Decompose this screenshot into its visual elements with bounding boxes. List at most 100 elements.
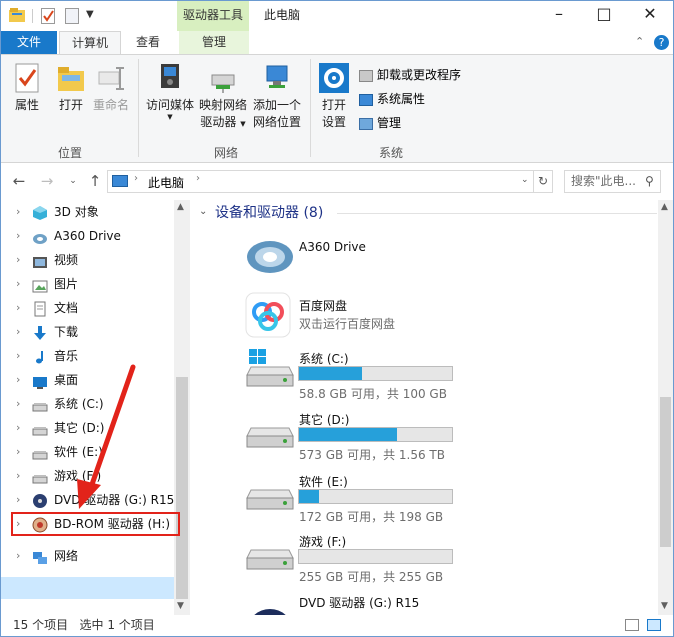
devices-group-title: 设备和驱动器 (8) [215,205,324,221]
system-properties-button[interactable]: 系统属性 [359,91,425,109]
expand-chevron-icon[interactable]: › [16,488,20,512]
expand-chevron-icon[interactable]: › [16,248,20,272]
expand-chevron-icon[interactable]: › [16,544,20,568]
group-collapse-icon[interactable]: ⌄ [199,206,207,217]
drive-icon [245,532,295,575]
add-network-location-button[interactable]: 添加一个 网络位置 [251,63,303,131]
tree-item-label: 文档 [54,301,79,315]
minimize-button[interactable]: – [537,1,581,29]
content-scroll-up-icon[interactable]: ▲ [661,202,668,212]
expand-chevron-icon[interactable]: › [16,416,20,440]
manage-button[interactable]: 管理 [359,115,401,133]
drive-name: A360 Drive [299,240,366,254]
tree-scrollbar-thumb[interactable] [176,377,188,599]
drive-usage-fill [299,490,319,503]
tree-item[interactable]: › 文档 [1,296,174,320]
close-button[interactable]: ✕ [628,1,672,29]
forward-arrow-icon[interactable]: → [37,172,57,192]
expand-chevron-icon[interactable]: › [16,224,20,248]
tree-item[interactable]: › 网络 [1,544,174,568]
explorer-window: ▼ 驱动器工具 此电脑 – □ ✕ 文件 计算机 查看 管理 ⌃ ? 属性 打开… [0,0,674,637]
back-arrow-icon[interactable]: ← [9,172,29,192]
open-settings-label-1: 打开 [321,98,346,112]
status-bar: 15 个项目 选中 1 个项目 [1,615,673,636]
tree-item-label: 下载 [54,325,79,339]
new-folder-quick-icon[interactable] [65,8,79,24]
expand-chevron-icon[interactable]: › [16,368,20,392]
network-group-label: 网络 [213,146,238,160]
tree-item[interactable]: › 下载 [1,320,174,344]
devices-group-header[interactable]: 设备和驱动器 (8) [215,203,323,223]
open-settings-button[interactable]: 打开 设置 [317,63,351,131]
address-bar[interactable]: › 此电脑 › ⌄ [107,170,534,193]
uninstall-icon [359,69,373,82]
expand-chevron-icon[interactable]: › [16,392,20,416]
map-drive-label-1: 映射网络 [198,98,247,112]
expand-chevron-icon[interactable]: › [16,440,20,464]
group-divider [337,213,657,214]
map-network-drive-button[interactable]: 映射网络 驱动器 ▼ [197,63,249,133]
help-icon[interactable]: ? [654,35,669,50]
access-media-button[interactable]: 访问媒体 ▼ [143,63,197,121]
tab-computer[interactable]: 计算机 [59,31,121,55]
tab-file[interactable]: 文件 [1,31,57,54]
tree-item[interactable]: › 视频 [1,248,174,272]
tree-item-label: 视频 [54,253,79,267]
properties-quick-icon[interactable] [41,8,55,24]
expand-chevron-icon[interactable]: › [16,296,20,320]
breadcrumb-this-pc[interactable]: 此电脑 [148,174,184,191]
tab-view[interactable]: 查看 [125,31,171,54]
tree-item[interactable]: › 3D 对象 [1,200,174,224]
search-icon: ⚲ [645,174,654,188]
content-scrollbar-thumb[interactable] [660,397,671,547]
properties-button[interactable]: 属性 [9,63,45,114]
tree-item[interactable]: › 图片 [1,272,174,296]
tree-scroll-down-icon[interactable]: ▼ [177,601,184,611]
drive-icon [32,469,48,484]
drive-usage-bar [298,427,453,442]
drive-capacity-text: 573 GB 可用，共 1.56 TB [299,448,445,462]
open-folder-icon [58,67,84,91]
tree-item[interactable]: › A360 Drive [1,224,174,248]
drive-usage-bar [298,549,453,564]
3d-objects-icon [32,205,48,220]
content-scroll-down-icon[interactable]: ▼ [661,601,668,611]
video-icon [32,253,48,268]
this-pc-icon [112,175,128,187]
drive-icon [32,421,48,436]
map-drive-label-2: 驱动器 [200,115,237,129]
expand-chevron-icon[interactable]: › [16,464,20,488]
address-dropdown-icon[interactable]: ⌄ [521,175,529,185]
expand-chevron-icon[interactable]: › [16,320,20,344]
drive-icon [245,349,295,392]
open-button[interactable]: 打开 [53,63,89,114]
details-view-icon[interactable] [625,619,639,631]
explorer-app-icon [9,8,25,22]
up-arrow-icon[interactable]: ↑ [85,172,105,192]
expand-chevron-icon[interactable]: › [16,344,20,368]
window-title: 此电脑 [264,8,301,22]
tree-scroll-up-icon[interactable]: ▲ [177,202,184,212]
download-icon [32,325,48,340]
system-properties-icon [359,93,373,106]
expand-chevron-icon[interactable]: › [16,272,20,296]
properties-label: 属性 [14,98,39,112]
tree-item-label: 网络 [54,549,79,563]
expand-chevron-icon[interactable]: › [16,200,20,224]
recent-locations-icon[interactable]: ⌄ [63,172,83,192]
breadcrumb-chevron-icon[interactable]: › [196,173,200,184]
uninstall-programs-button[interactable]: 卸载或更改程序 [359,67,461,85]
breadcrumb-chevron-icon[interactable]: › [134,173,138,184]
rename-button[interactable]: 重命名 [91,63,131,114]
search-input[interactable]: 搜索"此电... ⚲ [564,170,661,193]
quick-access-dropdown-icon[interactable]: ▼ [86,9,94,20]
collapse-ribbon-icon[interactable]: ⌃ [635,35,644,48]
maximize-button[interactable]: □ [582,1,626,29]
large-icons-view-icon[interactable] [647,619,661,631]
group-separator [310,59,311,157]
dvd-icon [32,493,48,508]
tab-manage[interactable]: 管理 [179,31,249,54]
rename-label: 重命名 [92,98,129,112]
refresh-icon[interactable]: ↻ [534,170,553,193]
add-location-label-2: 网络位置 [252,115,301,129]
